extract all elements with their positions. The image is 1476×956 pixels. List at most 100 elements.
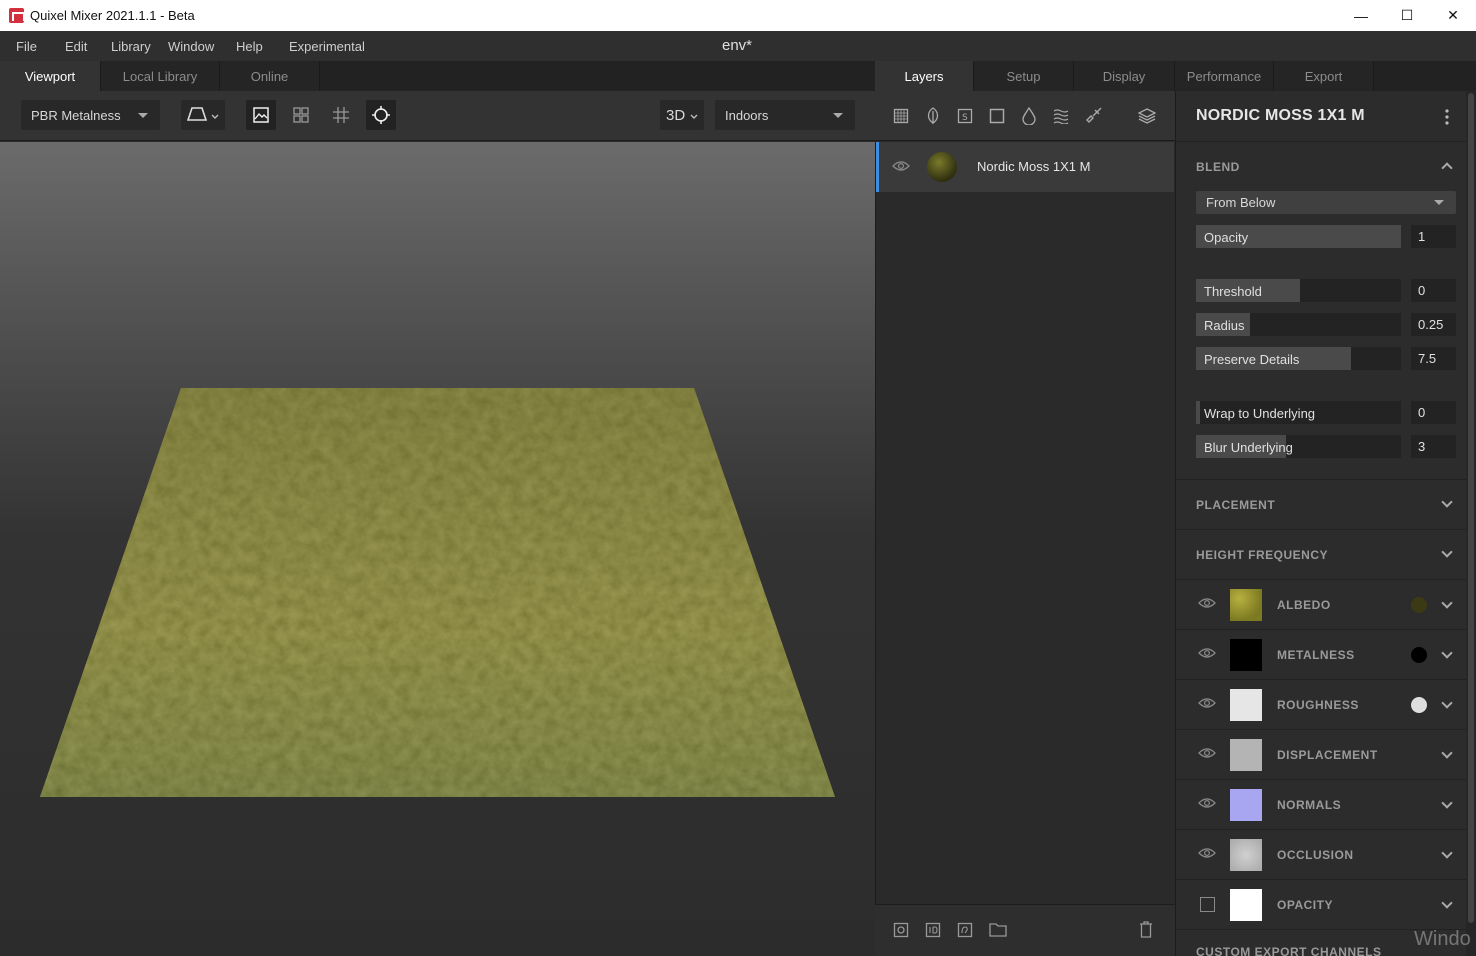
tab-setup[interactable]: Setup	[974, 61, 1074, 91]
tab-layers[interactable]: Layers	[875, 61, 974, 91]
metalness-thumbnail	[1230, 639, 1262, 671]
material-title: NORDIC MOSS 1X1 M	[1196, 107, 1365, 124]
focus-button[interactable]	[366, 100, 396, 130]
map-row-roughness[interactable]: ROUGHNESS	[1176, 680, 1466, 730]
menu-experimental[interactable]: Experimental	[289, 39, 365, 54]
preserve-details-input[interactable]: 7.5	[1411, 347, 1456, 370]
height-frequency-section-header[interactable]: HEIGHT FREQUENCY	[1176, 530, 1466, 580]
menu-library[interactable]: Library	[111, 39, 151, 54]
threshold-input[interactable]: 0	[1411, 279, 1456, 302]
radius-input[interactable]: 0.25	[1411, 313, 1456, 336]
add-curvature-mask-icon[interactable]	[957, 922, 973, 941]
map-row-metalness[interactable]: METALNESS	[1176, 630, 1466, 680]
eye-icon[interactable]	[1198, 797, 1216, 812]
add-mask-icon[interactable]	[893, 922, 909, 941]
metalness-color-swatch[interactable]	[1411, 647, 1427, 663]
map-row-displacement[interactable]: DISPLACEMENT	[1176, 730, 1466, 780]
wrap-to-underlying-input[interactable]: 0	[1411, 401, 1456, 424]
add-id-mask-icon[interactable]	[925, 922, 941, 941]
viewport-toolbar: PBR Metalness 3D Indoors	[0, 91, 875, 141]
shading-mode-dropdown[interactable]: PBR Metalness	[21, 100, 160, 130]
menu-file[interactable]: File	[16, 39, 37, 54]
eye-icon[interactable]	[1198, 697, 1216, 712]
menu-help[interactable]: Help	[236, 39, 263, 54]
more-options-icon[interactable]	[1444, 108, 1450, 129]
wrap-to-underlying-slider[interactable]: Wrap to Underlying	[1196, 401, 1401, 424]
eye-icon[interactable]	[1198, 647, 1216, 662]
crosshair-icon	[372, 106, 390, 124]
viewport-3d[interactable]	[0, 142, 875, 956]
mixer-logo-icon	[9, 8, 25, 23]
projection-dropdown[interactable]	[181, 100, 225, 130]
eye-icon[interactable]	[1198, 597, 1216, 612]
eye-icon[interactable]	[1198, 747, 1216, 762]
split-view-button[interactable]	[286, 100, 316, 130]
custom-export-channels-header[interactable]: CUSTOM EXPORT CHANNELS	[1196, 945, 1381, 956]
add-fill-drop-icon[interactable]	[1022, 106, 1036, 128]
svg-text:S: S	[962, 113, 968, 123]
chevron-down-icon	[1441, 647, 1453, 659]
chevron-down-icon	[1441, 546, 1453, 558]
preserve-details-label: Preserve Details	[1204, 352, 1300, 367]
chevron-down-icon	[1441, 597, 1453, 609]
add-atlas-leaf-icon[interactable]	[925, 107, 941, 128]
wrap-to-underlying-label: Wrap to Underlying	[1204, 406, 1316, 421]
menu-window[interactable]: Window	[168, 39, 214, 54]
placement-section-header[interactable]: PLACEMENT	[1176, 480, 1466, 530]
properties-scrollbar[interactable]	[1466, 91, 1476, 956]
scrollbar-thumb[interactable]	[1468, 93, 1474, 923]
blur-underlying-input[interactable]: 3	[1411, 435, 1456, 458]
title-bar: Quixel Mixer 2021.1.1 - Beta — ☐ ✕	[0, 0, 1476, 31]
add-water-icon[interactable]	[1053, 108, 1069, 127]
opacity-checkbox[interactable]	[1200, 897, 1215, 912]
preserve-details-slider[interactable]: Preserve Details	[1196, 347, 1401, 370]
blend-section-header[interactable]: BLEND	[1176, 142, 1466, 192]
displacement-thumbnail	[1230, 739, 1262, 771]
chevron-down-icon	[211, 108, 219, 123]
opacity-input[interactable]: 1	[1411, 225, 1456, 248]
map-row-occlusion[interactable]: OCCLUSION	[1176, 830, 1466, 880]
minimize-button[interactable]: —	[1338, 0, 1384, 31]
menu-edit[interactable]: Edit	[65, 39, 87, 54]
tab-local-library[interactable]: Local Library	[101, 61, 220, 91]
map-row-albedo[interactable]: ALBEDO	[1176, 580, 1466, 630]
layer-stack-icon[interactable]	[1137, 107, 1157, 128]
add-paint-brush-icon[interactable]	[1085, 106, 1103, 127]
map-row-opacity[interactable]: OPACITY	[1176, 880, 1466, 930]
tab-export[interactable]: Export	[1274, 61, 1374, 91]
texture-view-button[interactable]	[246, 100, 276, 130]
add-surface-icon[interactable]	[893, 108, 909, 127]
tab-display[interactable]: Display	[1074, 61, 1175, 91]
tab-online[interactable]: Online	[220, 61, 320, 91]
map-row-normals[interactable]: NORMALS	[1176, 780, 1466, 830]
eye-icon[interactable]	[892, 160, 910, 175]
add-solid-layer-icon[interactable]	[989, 108, 1005, 127]
roughness-color-swatch[interactable]	[1411, 697, 1427, 713]
threshold-slider[interactable]: Threshold	[1196, 279, 1401, 302]
environment-dropdown[interactable]: Indoors	[715, 100, 855, 130]
tab-performance[interactable]: Performance	[1175, 61, 1274, 91]
tab-viewport[interactable]: Viewport	[0, 61, 101, 91]
opacity-slider[interactable]: Opacity	[1196, 225, 1401, 248]
radius-slider[interactable]: Radius	[1196, 313, 1401, 336]
eye-icon[interactable]	[1198, 847, 1216, 862]
folder-icon[interactable]	[989, 922, 1007, 940]
radius-label: Radius	[1204, 318, 1245, 333]
layer-item[interactable]: Nordic Moss 1X1 M	[876, 142, 1174, 192]
trash-icon[interactable]	[1139, 920, 1153, 941]
grid-icon	[293, 107, 309, 123]
maximize-icon: ☐	[1400, 7, 1414, 23]
occlusion-thumbnail	[1230, 839, 1262, 871]
blur-underlying-slider[interactable]: Blur Underlying	[1196, 435, 1401, 458]
occlusion-label: OCCLUSION	[1277, 848, 1354, 862]
view-mode-dropdown[interactable]: 3D	[660, 100, 704, 130]
perspective-icon	[186, 106, 208, 125]
blend-mode-dropdown[interactable]: From Below	[1196, 191, 1456, 214]
albedo-color-swatch[interactable]	[1411, 597, 1427, 613]
opacity-label: Opacity	[1204, 230, 1249, 245]
close-button[interactable]: ✕	[1430, 0, 1476, 31]
add-smart-material-icon[interactable]: S	[957, 108, 973, 127]
opacity-thumbnail	[1230, 889, 1262, 921]
grid-toggle-button[interactable]	[326, 100, 356, 130]
maximize-button[interactable]: ☐	[1384, 0, 1430, 31]
